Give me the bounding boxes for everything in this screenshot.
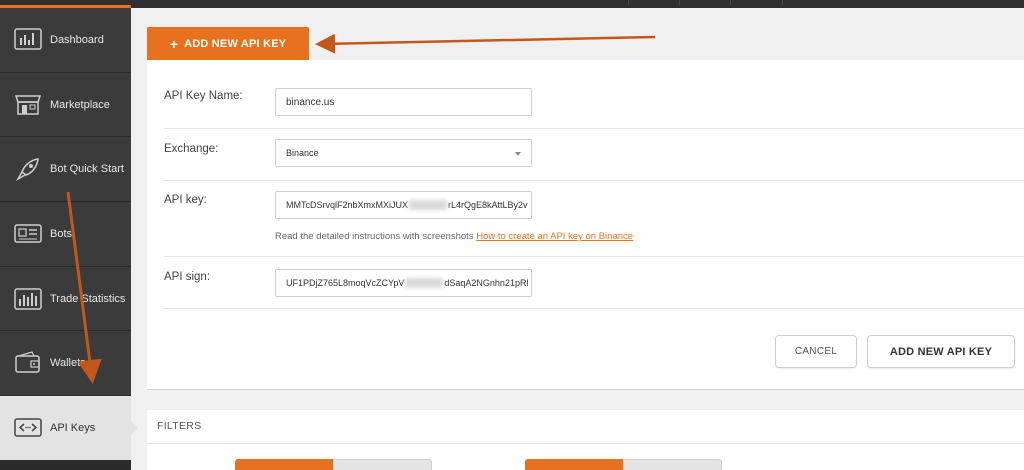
annotation-arrow-tab [315,33,656,54]
tab-label: ADD NEW API KEY [184,37,287,50]
sidebar-item-label: Marketplace [50,98,110,111]
sidebar-item-bots[interactable]: Bots [0,202,131,267]
sidebar-item-api-keys[interactable]: API Keys [0,396,138,461]
sidebar-item-label: Dashboard [50,33,104,46]
form-row-api-sign: API sign: UF1PDjZ765L8moqVcZCYpV dSaqA2NG… [164,257,1024,309]
add-new-api-key-button[interactable]: ADD NEW API KEY [867,335,1015,368]
cancel-button[interactable]: CANCEL [775,335,857,368]
help-text: Read the detailed instructions with scre… [275,231,477,242]
bots-icon [13,221,43,247]
help-link[interactable]: How to create an API key on Binance [476,231,633,242]
top-bar-separator [782,0,783,5]
sidebar-item-label: Wallets [50,357,86,370]
exchange-select[interactable]: Binance [275,139,532,167]
rocket-icon [13,156,43,182]
sidebar-item-label: Bot Quick Start [50,163,124,176]
bar-chart-icon [13,286,43,312]
form-row-exchange: Exchange: Binance [164,129,1024,181]
code-brackets-icon [13,415,43,441]
sidebar-item-dashboard[interactable]: Dashboard [0,8,131,73]
api-sign-value-start: UF1PDjZ765L8moqVcZCYpV [286,278,405,288]
sidebar-item-marketplace[interactable]: Marketplace [0,73,131,138]
api-key-form-panel: API Key Name: binance.us Exchange: Binan… [147,60,1024,390]
sidebar-item-wallets[interactable]: Wallets [0,331,131,397]
api-key-input[interactable]: MMTcDSrvqlF2nbXmxMXiJUX rL4rQgE8kAttLBy2v [275,191,532,219]
filter-toggle[interactable] [525,459,722,470]
sidebar-item-label: Bots [50,227,73,240]
filters-title: FILTERS [157,420,202,432]
exchange-label: Exchange: [164,143,219,155]
filter-toggle[interactable] [235,459,432,470]
sidebar-item-bot-quick-start[interactable]: Bot Quick Start [0,137,131,203]
redacted-blur [409,200,448,210]
api-sign-label: API sign: [164,271,211,283]
sidebar-footer [0,460,131,470]
sidebar-item-trade-statistics[interactable]: Trade Statistics [0,267,131,332]
top-bar-separator [730,0,731,5]
filter-toggle-off[interactable] [333,459,432,470]
filters-panel: FILTERS [147,410,1024,470]
api-key-name-value: binance.us [286,96,335,108]
filter-toggle-on[interactable] [235,459,333,470]
api-key-value-end: rL4rQgE8kAttLBy2v [448,200,528,210]
api-key-name-input[interactable]: binance.us [275,88,532,116]
sidebar: Dashboard Marketplace Bot Quick Start Bo… [0,8,138,470]
plus-icon: + [169,35,179,52]
wallet-icon [13,350,43,376]
form-row-name: API Key Name: binance.us [164,77,1024,129]
form-row-api-key: API key: MMTcDSrvqlF2nbXmxMXiJUX rL4rQgE8… [164,181,1024,257]
api-key-value-start: MMTcDSrvqlF2nbXmxMXiJUX [286,200,409,210]
sidebar-item-label: API Keys [50,421,96,434]
exchange-select-value: Binance [286,148,319,158]
filters-divider [147,443,1024,444]
api-key-help-text: Read the detailed instructions with scre… [275,231,633,242]
top-bar-separator [679,0,680,5]
store-icon [13,92,43,118]
api-sign-input[interactable]: UF1PDjZ765L8moqVcZCYpV dSaqA2NGnhn21pRl [275,269,532,297]
api-sign-value-end: dSaqA2NGnhn21pRl [444,278,529,288]
chevron-down-icon [515,152,521,156]
redacted-blur [405,278,444,288]
api-key-name-label: API Key Name: [164,90,243,102]
top-bar [0,0,1024,8]
filter-toggle-off[interactable] [623,459,722,470]
api-key-label: API key: [164,194,207,206]
filter-toggle-on[interactable] [525,459,623,470]
tab-add-new-api-key[interactable]: + ADD NEW API KEY [147,27,309,60]
sidebar-item-label: Trade Statistics [50,292,126,305]
dashboard-icon [13,27,43,53]
top-bar-separator [628,0,629,5]
